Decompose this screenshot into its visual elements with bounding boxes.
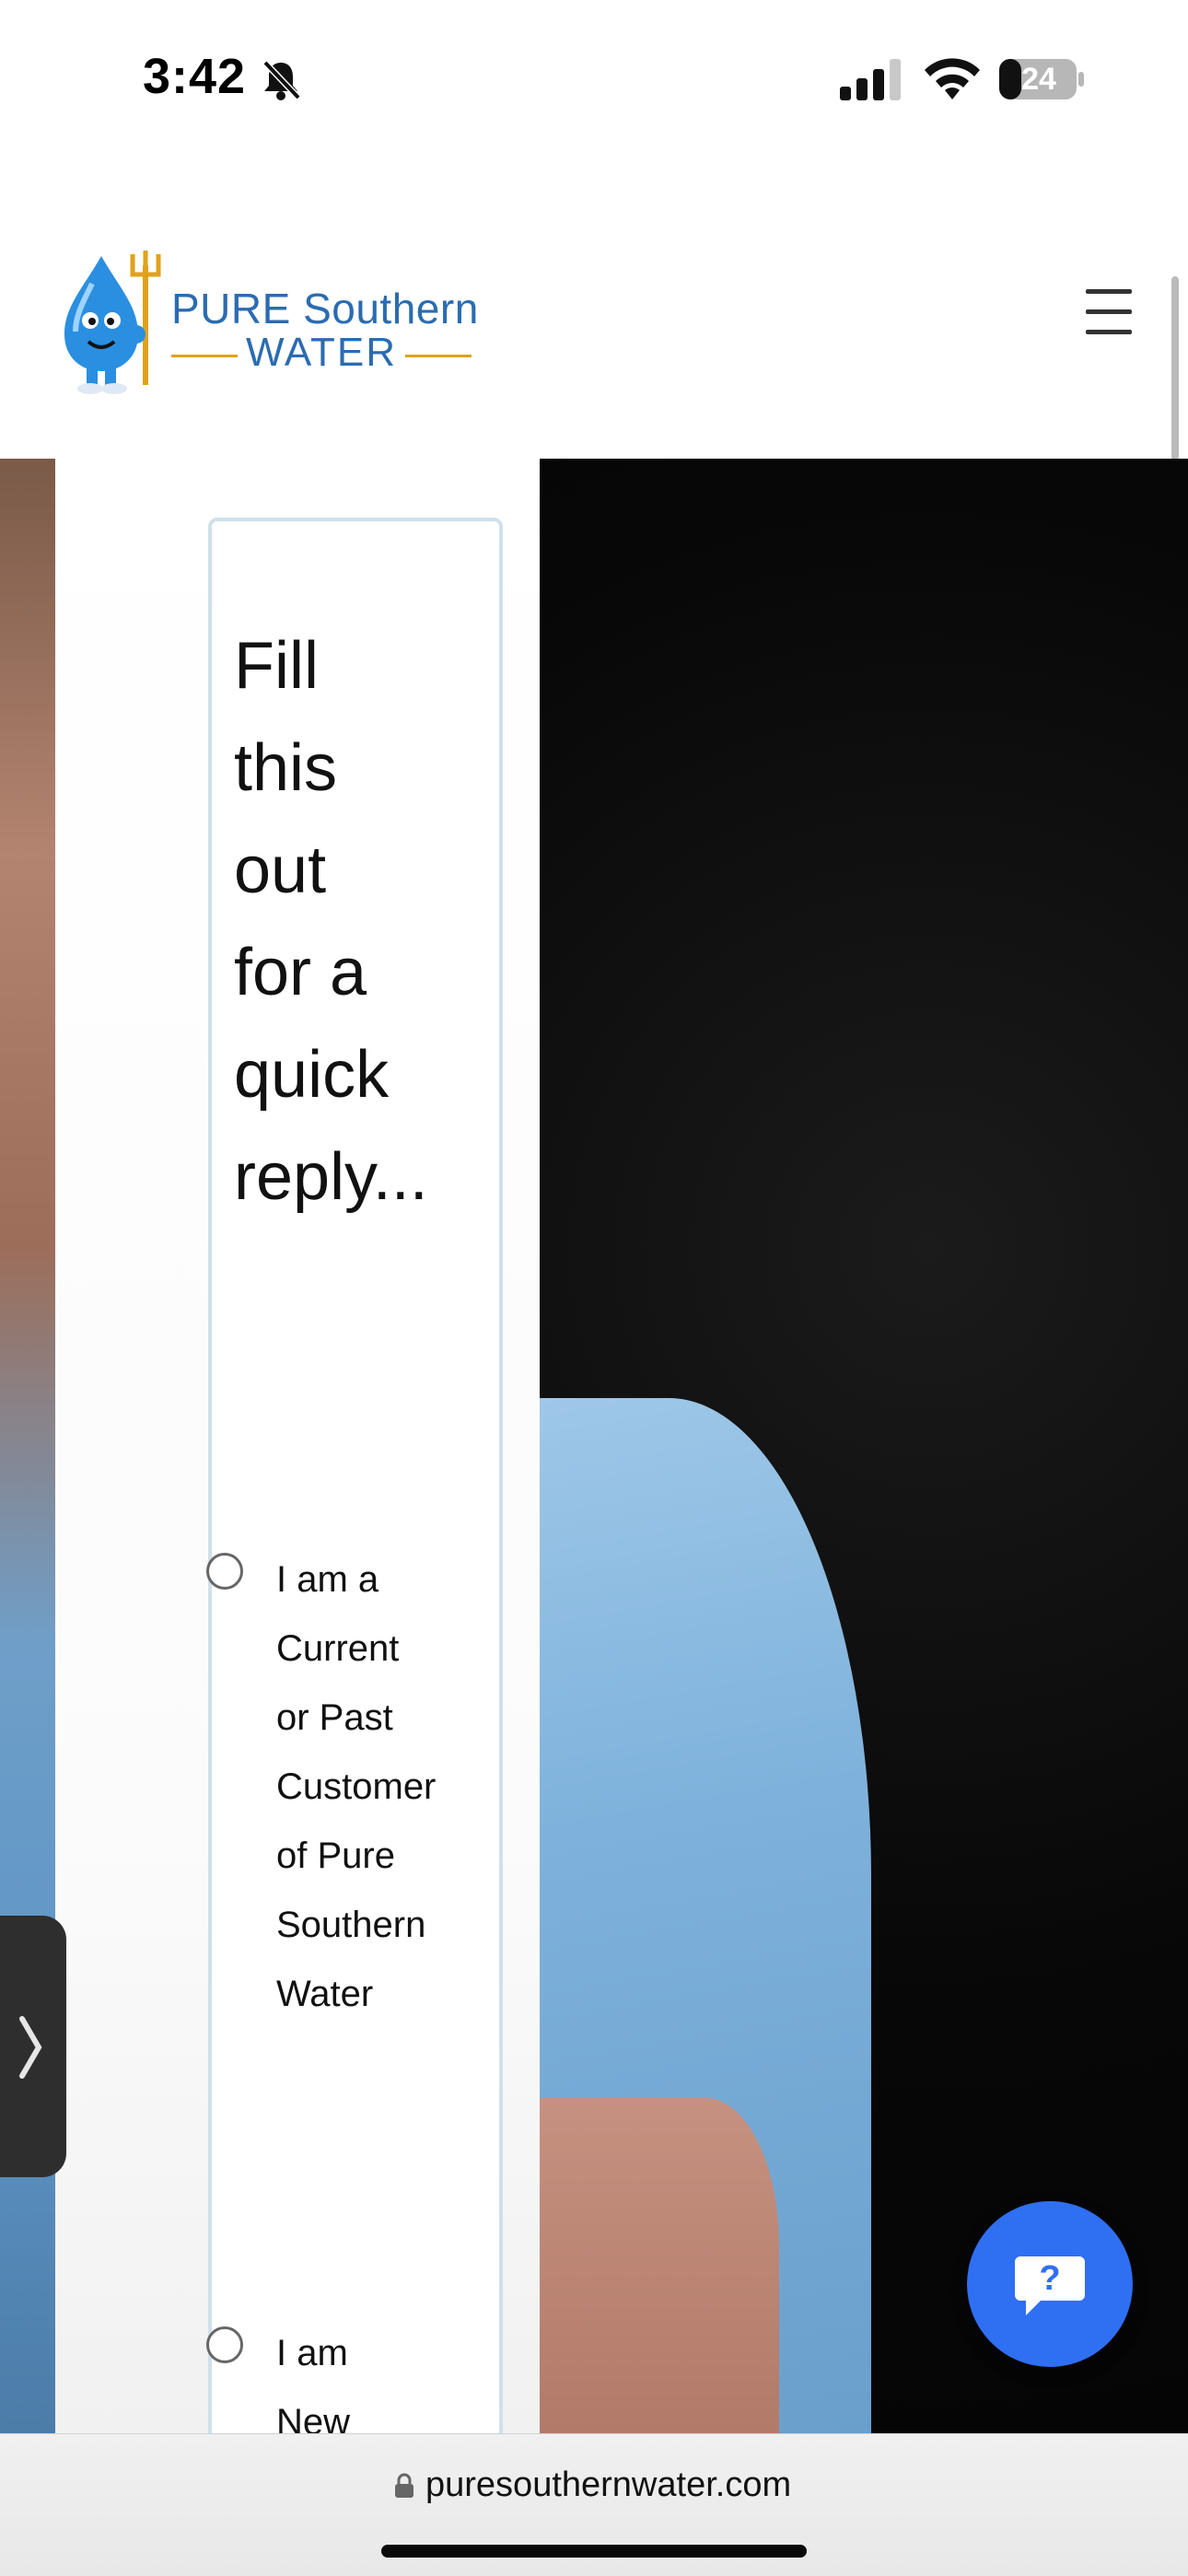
logo-text-pure-southern: PURE Southern [171,285,479,332]
radio-label-current-customer[interactable]: I am a Current or Past Customer of Pure … [276,1545,436,2029]
help-chat-button[interactable]: ? [967,2201,1133,2367]
bell-slash-icon [262,60,301,100]
radio-label-new-customer[interactable]: I am New [276,2319,405,2433]
side-panel-toggle[interactable] [0,1916,66,2177]
water-drop-mascot-icon [64,251,161,394]
url-text[interactable]: puresouthernwater.com [425,2465,791,2505]
logo-rule-right [405,355,472,357]
site-header: PURE Southern WATER [0,166,1188,459]
svg-text:?: ? [1039,2259,1060,2298]
cellular-signal-icon [840,59,901,100]
hero-photo-arm [540,2098,779,2433]
status-time: 3:42 [143,49,247,104]
home-indicator[interactable] [381,2545,807,2558]
question-chat-icon: ? [1015,2256,1085,2315]
status-bar: 3:42 24 [0,0,1188,166]
wifi-icon [925,58,980,99]
logo-text-water: WATER [246,330,397,375]
form-heading: Fill this out for a quick reply... [234,629,428,1214]
chevron-right-icon [19,2016,42,2079]
hero-section: Fill this out for a quick reply... I am … [0,459,1188,2433]
hamburger-menu-icon[interactable] [1082,286,1139,341]
page-scrollbar[interactable] [1171,276,1179,460]
radio-new-customer[interactable] [206,2326,243,2363]
lock-icon [395,2473,413,2498]
battery-level: 24 [1021,62,1056,97]
browser-address-bar[interactable]: puresouthernwater.com [0,2433,1188,2576]
radio-current-customer[interactable] [206,1553,243,1590]
